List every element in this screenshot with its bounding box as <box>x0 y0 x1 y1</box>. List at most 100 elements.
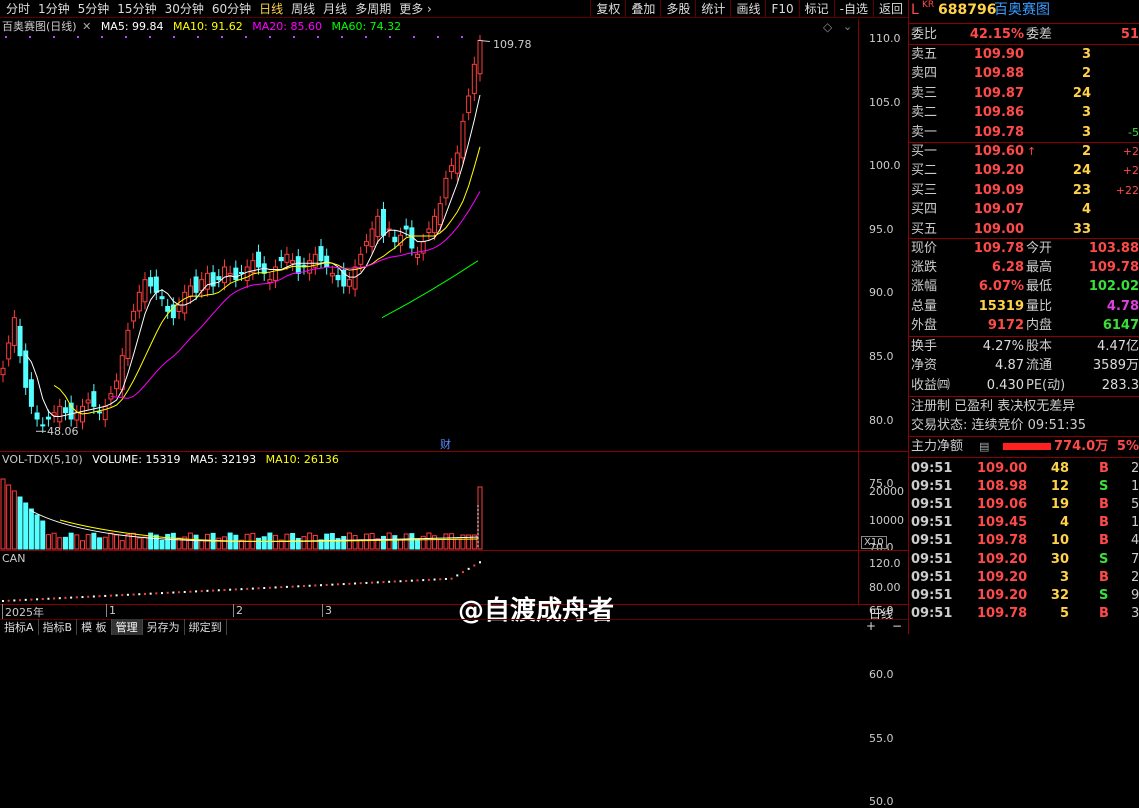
wecha-value: 51 <box>1120 27 1139 42</box>
toolbar-button[interactable]: -自选 <box>833 0 873 18</box>
tick-row[interactable]: 09:51 109.45 4 B 1 <box>909 513 1139 532</box>
can-dot <box>393 580 396 583</box>
period-tab[interactable]: 1分钟 <box>38 0 70 17</box>
ma5-label: MA5: 99.84 <box>100 20 164 33</box>
list-icon[interactable]: ▤ <box>979 437 989 456</box>
diamond-icon[interactable]: ◇ <box>823 20 832 34</box>
volume-bar <box>199 539 205 550</box>
sell-row[interactable]: 卖一 109.78 3 -5 <box>909 123 1139 142</box>
bottom-tab[interactable]: 模 板 <box>77 619 112 635</box>
volume-bar <box>125 533 131 550</box>
event-dot <box>365 36 367 38</box>
toolbar-buttons: 复权 叠加 多股 统计 画线 F10 标记 -自选 返回 <box>590 0 908 18</box>
candle-body <box>460 120 466 159</box>
toolbar-button[interactable]: 多股 <box>660 0 695 18</box>
toolbar-button[interactable]: 画线 <box>730 0 765 18</box>
volume-bar <box>204 533 210 550</box>
tick-row[interactable]: 09:51 109.20 3 B 2 <box>909 568 1139 587</box>
volume-bar <box>159 539 165 550</box>
tick-row[interactable]: 09:51 109.20 30 S 7 <box>909 550 1139 569</box>
main-flow-label: 主力净额 <box>911 439 964 454</box>
can-dot <box>240 588 243 591</box>
period-tab[interactable]: 更多 › <box>399 0 432 17</box>
tick-time: 09:51 <box>911 569 953 585</box>
plus-icon[interactable]: + <box>866 619 876 633</box>
candle-body <box>256 251 262 268</box>
volume-bar <box>273 534 279 550</box>
sell-row[interactable]: 卖三 109.87 24 <box>909 84 1139 103</box>
toolbar-button[interactable]: 复权 <box>590 0 625 18</box>
event-dot <box>413 36 415 38</box>
can-dot <box>13 599 16 602</box>
tick-price: 109.45 <box>977 515 1028 531</box>
candle-body <box>318 246 324 262</box>
period-tab[interactable]: 30分钟 <box>165 0 204 17</box>
period-tab[interactable]: 多周期 <box>355 0 391 17</box>
period-tab[interactable]: 分时 <box>6 0 30 17</box>
stat-value: 109.78 <box>973 241 1024 256</box>
tick-row[interactable]: 09:51 109.06 19 B 5 <box>909 495 1139 514</box>
bottom-tab[interactable]: 指标A <box>0 619 39 635</box>
toolbar-button[interactable]: 叠加 <box>625 0 660 18</box>
sell-row[interactable]: 卖五 109.90 3 <box>909 45 1139 64</box>
can-chart[interactable] <box>0 552 858 604</box>
buy-row[interactable]: 买三 109.09 23 +22 <box>909 181 1139 200</box>
tick-time: 09:51 <box>911 461 953 476</box>
toolbar-button[interactable]: F10 <box>765 0 798 18</box>
tick-row[interactable]: 09:51 109.00 48 B 23 <box>909 459 1139 478</box>
order-change: +22 <box>1115 183 1139 197</box>
can-dot <box>172 591 175 594</box>
can-dot <box>143 592 146 595</box>
can-dot <box>285 585 288 588</box>
tick-price: 109.00 <box>977 461 1028 476</box>
tick-row[interactable]: 09:51 109.20 32 S 9 <box>909 586 1139 605</box>
webi-value: 42.15% <box>969 27 1024 42</box>
toolbar-button[interactable]: 标记 <box>798 0 834 18</box>
period-tab[interactable]: 60分钟 <box>212 0 251 17</box>
tick-row[interactable]: 09:51 109.78 5 B 3 <box>909 604 1139 623</box>
candle-body <box>449 165 455 173</box>
event-dot <box>389 36 391 38</box>
can-dot <box>410 579 413 582</box>
volume-bar <box>97 537 103 550</box>
tick-row[interactable]: 09:51 108.98 12 S 1 <box>909 477 1139 496</box>
candle-body <box>329 272 335 277</box>
candle-body <box>182 291 188 314</box>
buy-row[interactable]: 买四 109.07 4 <box>909 200 1139 219</box>
sell-row[interactable]: 卖二 109.86 3 <box>909 103 1139 122</box>
toolbar-button[interactable]: 返回 <box>872 0 908 18</box>
bottom-tab[interactable]: 管理 <box>111 619 143 635</box>
buy-row[interactable]: 买五 109.00 33 <box>909 220 1139 239</box>
tick-count: 1 <box>1131 479 1139 495</box>
can-dot <box>439 578 442 581</box>
buy-row[interactable]: 买二 109.20 24 +2 <box>909 161 1139 180</box>
period-tab[interactable]: 5分钟 <box>78 0 110 17</box>
can-dot <box>41 598 44 601</box>
period-tab[interactable]: 日线 <box>259 0 283 17</box>
volume-bar <box>380 535 386 550</box>
chevron-down-icon[interactable]: ⌄ <box>843 20 852 33</box>
buy-row[interactable]: 买一 109.60 ↑ 2 +2 <box>909 142 1139 161</box>
period-tab[interactable]: 月线 <box>323 0 347 17</box>
can-dot <box>291 585 294 588</box>
period-tab[interactable]: 15分钟 <box>117 0 156 17</box>
sell-row[interactable]: 卖四 109.88 2 <box>909 64 1139 83</box>
candle-body <box>114 380 120 390</box>
bottom-tab[interactable]: 绑定到 <box>185 619 227 635</box>
bottom-tab[interactable]: 指标B <box>39 619 78 635</box>
financial-report-marker[interactable]: 财 <box>440 436 451 452</box>
candlestick-chart[interactable] <box>0 35 858 451</box>
toolbar-button[interactable]: 统计 <box>695 0 730 18</box>
tick-row[interactable]: 09:51 109.78 10 B 4 <box>909 531 1139 550</box>
volume-bar <box>108 532 114 550</box>
volume-bar <box>142 536 148 550</box>
bottom-tab[interactable]: 另存为 <box>143 619 185 635</box>
candle-body <box>466 95 472 114</box>
tick-count: 2 <box>1131 569 1139 585</box>
event-dot <box>341 36 343 38</box>
stat-value: 4.78 <box>1106 298 1139 314</box>
period-tab[interactable]: 周线 <box>291 0 315 17</box>
close-icon[interactable]: ✕ <box>82 20 91 33</box>
minus-icon[interactable]: − <box>892 619 902 633</box>
volume-chart[interactable] <box>0 465 858 550</box>
